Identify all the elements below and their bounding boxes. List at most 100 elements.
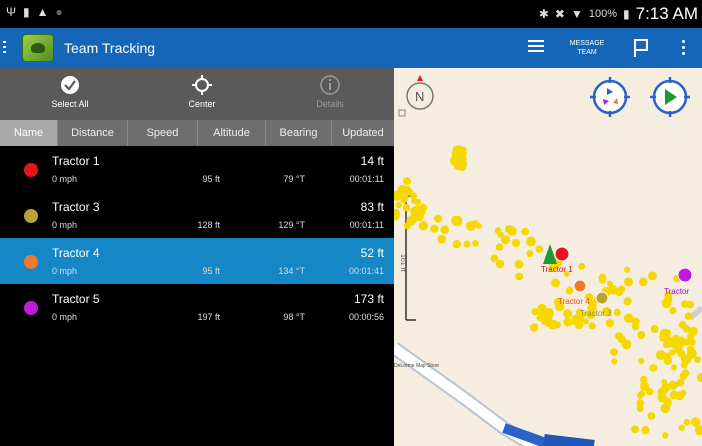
track-point [437, 234, 447, 244]
track-point [694, 356, 701, 364]
tracker-name: Tractor 4 [52, 246, 100, 260]
tracker-altitude: 95 ft [202, 266, 220, 276]
tracker-bearing: 79 °T [283, 174, 305, 184]
track-point [544, 309, 554, 319]
center-button[interactable]: Center [157, 74, 247, 109]
tractor-4-marker[interactable] [573, 279, 587, 293]
track-point [688, 331, 695, 339]
track-point [419, 203, 428, 212]
track-point [638, 390, 645, 397]
track-point [640, 375, 648, 384]
map-layer-toggle-icon[interactable] [398, 109, 406, 117]
tracker-row-tractor-1[interactable]: Tractor 1 14 ft 0 mph 95 ft 79 °T 00:01:… [0, 146, 394, 192]
track-point [402, 204, 411, 212]
message-team-line1: MESSAGE [569, 40, 605, 47]
track-point [415, 213, 424, 222]
track-point [530, 323, 539, 332]
battery-percent: 100% [588, 8, 618, 20]
tracker-distance: 52 ft [360, 246, 384, 260]
tracker-color-dot [24, 163, 38, 177]
track-point [684, 312, 693, 320]
track-point [521, 227, 529, 236]
app-bar: Team Tracking MESSAGE TEAM [0, 28, 702, 68]
message-team-line2: TEAM [577, 49, 597, 56]
tracker-distance: 173 ft [353, 292, 384, 306]
flag-icon[interactable] [632, 38, 650, 58]
overflow-menu-icon[interactable] [682, 40, 688, 58]
track-point [686, 300, 694, 309]
track-point [650, 325, 659, 333]
track-point [472, 240, 479, 247]
message-team-button[interactable]: MESSAGE TEAM [560, 36, 614, 62]
track-point [457, 159, 468, 169]
col-name[interactable]: Name [0, 120, 58, 146]
tracker-updated: 00:01:11 [349, 220, 384, 230]
track-point [574, 320, 584, 330]
details-label: Details [316, 99, 344, 109]
track-point [647, 412, 656, 420]
map-label-tractor-4: Tractor 4 [558, 297, 590, 306]
track-point [547, 319, 558, 330]
map-view[interactable]: N Tractor 1 Tractor 4 Tractor 3 Tractor … [394, 68, 702, 446]
my-location-icon[interactable] [650, 77, 690, 117]
tracker-list: Tractor 1 14 ft 0 mph 95 ft 79 °T 00:01:… [0, 146, 394, 330]
tracker-distance: 83 ft [360, 200, 384, 214]
drawer-indicator-icon[interactable] [3, 41, 7, 55]
track-point [540, 317, 549, 326]
tractor-3-marker[interactable] [595, 291, 609, 305]
track-point [678, 424, 685, 431]
track-point [583, 318, 590, 325]
map-label-tractor-5: Tractor [664, 287, 690, 296]
column-header: Name Distance Speed Altitude Bearing Upd… [0, 120, 394, 146]
track-point [505, 225, 514, 234]
tractor-1-marker[interactable] [554, 246, 570, 262]
select-all-label: Select All [51, 99, 89, 109]
list-view-icon[interactable] [528, 40, 544, 54]
tracker-row-tractor-4[interactable]: Tractor 4 52 ft 0 mph 95 ft 134 °T 00:01… [0, 238, 394, 284]
map-canvas: N [394, 75, 702, 446]
tracker-distance: 14 ft [360, 154, 384, 168]
col-distance[interactable]: Distance [58, 120, 128, 146]
notification-dot-icon: ● [55, 5, 63, 19]
track-point [648, 271, 657, 281]
map-label-tractor-1: Tractor 1 [541, 265, 573, 274]
track-point [631, 322, 640, 331]
track-point [452, 240, 461, 249]
track-point [463, 240, 471, 248]
mute-icon: ✖ [554, 7, 565, 21]
track-point [641, 426, 650, 435]
app-logo-icon[interactable] [22, 34, 54, 62]
action-bar: Select All Center Details [0, 68, 394, 120]
track-point [395, 201, 402, 209]
track-point [495, 243, 504, 251]
tracker-row-tractor-3[interactable]: Tractor 3 83 ft 0 mph 128 ft 129 °T 00:0… [0, 192, 394, 238]
tracker-updated: 00:00:56 [348, 312, 384, 322]
select-all-button[interactable]: Select All [25, 74, 115, 109]
map-road [543, 434, 595, 446]
details-button[interactable]: Details [285, 74, 375, 109]
col-altitude[interactable]: Altitude [198, 120, 266, 146]
tracker-row-tractor-5[interactable]: Tractor 5 173 ft 0 mph 197 ft 98 °T 00:0… [0, 284, 394, 330]
check-circle-icon [61, 76, 79, 94]
tracker-updated: 00:01:41 [348, 266, 384, 276]
tracker-name: Tractor 1 [52, 154, 100, 168]
track-point [662, 432, 669, 439]
track-point [606, 280, 613, 287]
map-attribution: DeLorme Map Store [394, 363, 440, 369]
compass-north-icon[interactable]: N [406, 75, 434, 110]
team-locate-icon[interactable] [590, 77, 630, 117]
crosshair-icon [192, 75, 212, 95]
tractor-5-marker[interactable] [677, 267, 693, 283]
clock: 7:13 AM [635, 4, 698, 23]
track-point [394, 190, 402, 199]
col-speed[interactable]: Speed [128, 120, 198, 146]
tracker-updated: 00:01:11 [349, 174, 384, 184]
status-bar-right: ✱ ✖ ▼ 100% ▮ 7:13 AM [539, 4, 698, 24]
col-updated[interactable]: Updated [332, 120, 394, 146]
tracker-speed: 0 mph [52, 220, 78, 230]
track-point [472, 220, 479, 227]
track-point [624, 266, 631, 273]
track-point [649, 364, 658, 372]
wifi-icon: ▼ [570, 7, 583, 21]
col-bearing[interactable]: Bearing [266, 120, 332, 146]
